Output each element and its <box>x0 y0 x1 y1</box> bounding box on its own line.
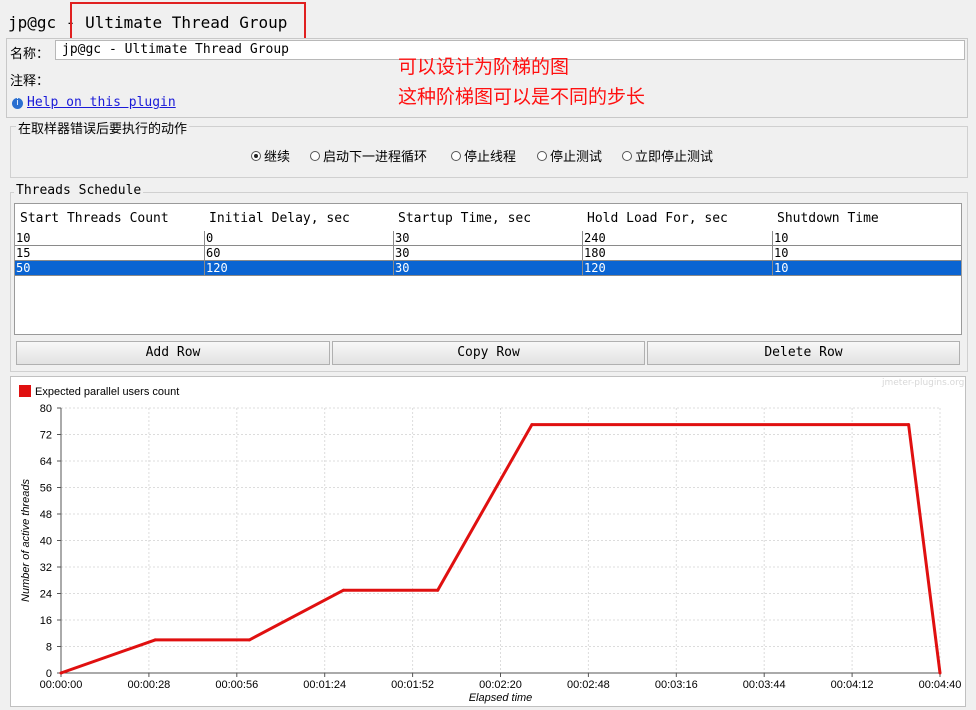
threads-schedule-legend: Threads Schedule <box>14 183 144 198</box>
table-cell[interactable]: 10 <box>772 246 961 261</box>
x-tick-label: 00:03:16 <box>655 679 698 691</box>
highlight-box <box>70 2 306 42</box>
chart-panel: 00:00:00 00:00:28 00:00:56 00:01:24 00:01:52… <box>10 376 966 707</box>
y-tick-label: 8 <box>46 642 52 654</box>
column-header[interactable]: Initial Delay, sec <box>209 211 350 226</box>
radio-label: 启动下一进程循环 <box>323 150 428 165</box>
table-cell[interactable]: 30 <box>393 261 582 276</box>
x-tick-label: 00:00:28 <box>127 679 170 691</box>
data-point <box>153 638 157 642</box>
radio-label: 停止测试 <box>550 150 603 165</box>
radio-continue[interactable]: 继续 <box>251 146 290 165</box>
table-cell[interactable]: 15 <box>15 246 204 261</box>
add-row-button[interactable]: Add Row <box>16 341 330 365</box>
y-tick-label: 56 <box>40 483 52 495</box>
y-tick-label: 64 <box>40 456 52 468</box>
annotation-line-2: 这种阶梯图可以是不同的步长 <box>398 86 646 108</box>
table-cell[interactable]: 10 <box>15 231 204 246</box>
table-cell[interactable]: 180 <box>582 246 772 261</box>
radio-stop-test-now[interactable]: 立即停止测试 <box>622 146 713 165</box>
table-cell[interactable]: 60 <box>204 246 393 261</box>
table-cell[interactable]: 0 <box>204 231 393 246</box>
comment-label: 注释： <box>10 74 50 89</box>
name-label: 名称： <box>10 47 50 62</box>
radio-label: 停止线程 <box>464 150 517 165</box>
data-point <box>342 588 346 592</box>
radio-label: 继续 <box>264 150 291 165</box>
table-cell[interactable]: 10 <box>772 261 961 276</box>
column-header[interactable]: Shutdown Time <box>777 211 879 226</box>
y-tick-label: 32 <box>40 562 52 574</box>
table-cell[interactable]: 240 <box>582 231 772 246</box>
copy-row-button[interactable]: Copy Row <box>332 341 645 365</box>
radio-dot-icon <box>251 150 261 161</box>
help-link[interactable]: Help on this plugin <box>27 95 176 110</box>
data-point <box>907 423 911 427</box>
legend-label: Expected parallel users count <box>35 386 179 398</box>
y-axis-label: Number of active threads <box>20 479 32 602</box>
table-cell[interactable]: 30 <box>393 246 582 261</box>
table-row[interactable]: 15 60 30 180 10 <box>15 246 961 261</box>
y-tick-label: 72 <box>40 430 52 442</box>
x-tick-label: 00:01:52 <box>391 679 434 691</box>
radio-label: 立即停止测试 <box>635 150 714 165</box>
y-tick-label: 80 <box>40 403 52 415</box>
x-tick-label: 00:04:40 <box>919 679 962 691</box>
table-row-selected[interactable]: 50 120 30 120 10 <box>15 261 961 276</box>
radio-stop-test[interactable]: 停止测试 <box>537 146 602 165</box>
x-tick-label: 00:00:00 <box>40 679 83 691</box>
x-axis-label: Elapsed time <box>469 692 533 704</box>
x-tick-label: 00:01:24 <box>303 679 346 691</box>
delete-row-button[interactable]: Delete Row <box>647 341 960 365</box>
x-tick-label: 00:02:48 <box>567 679 610 691</box>
data-point <box>938 671 942 675</box>
info-icon: i <box>12 98 23 109</box>
y-tick-label: 40 <box>40 536 52 548</box>
y-tick-label: 24 <box>40 589 52 601</box>
table-cell[interactable]: 10 <box>772 231 961 246</box>
error-action-legend: 在取样器错误后要执行的动作 <box>16 118 190 137</box>
radio-dot-icon <box>622 150 632 161</box>
x-tick-label: 00:02:20 <box>479 679 522 691</box>
table-cell[interactable]: 50 <box>15 261 204 276</box>
annotation-line-1: 可以设计为阶梯的图 <box>398 56 570 78</box>
radio-dot-icon <box>310 150 320 161</box>
table-cell[interactable]: 120 <box>204 261 393 276</box>
watermark: jmeter-plugins.org <box>882 378 965 388</box>
column-header[interactable]: Hold Load For, sec <box>587 211 728 226</box>
radio-stop-thread[interactable]: 停止线程 <box>451 146 516 165</box>
table-cell[interactable]: 30 <box>393 231 582 246</box>
y-tick-label: 16 <box>40 615 52 627</box>
data-point <box>247 638 251 642</box>
table-row[interactable]: 10 0 30 240 10 <box>15 231 961 246</box>
table-cell[interactable]: 120 <box>582 261 772 276</box>
radio-dot-icon <box>451 150 461 161</box>
thread-schedule-chart: 00:00:00 00:00:28 00:00:56 00:01:24 00:01:52… <box>19 385 962 704</box>
legend-swatch <box>19 385 31 397</box>
data-point <box>530 423 534 427</box>
y-tick-label: 48 <box>40 509 52 521</box>
x-tick-label: 00:03:44 <box>743 679 786 691</box>
threads-schedule-table: Start Threads Count Initial Delay, sec S… <box>14 203 962 335</box>
x-tick-label: 00:00:56 <box>215 679 258 691</box>
x-tick-label: 00:04:12 <box>831 679 874 691</box>
y-tick-label: 0 <box>46 668 52 680</box>
column-header[interactable]: Start Threads Count <box>20 211 169 226</box>
data-point <box>59 671 63 675</box>
column-header[interactable]: Startup Time, sec <box>398 211 531 226</box>
radio-dot-icon <box>537 150 547 161</box>
data-point <box>436 588 440 592</box>
radio-start-next-loop[interactable]: 启动下一进程循环 <box>310 146 427 165</box>
